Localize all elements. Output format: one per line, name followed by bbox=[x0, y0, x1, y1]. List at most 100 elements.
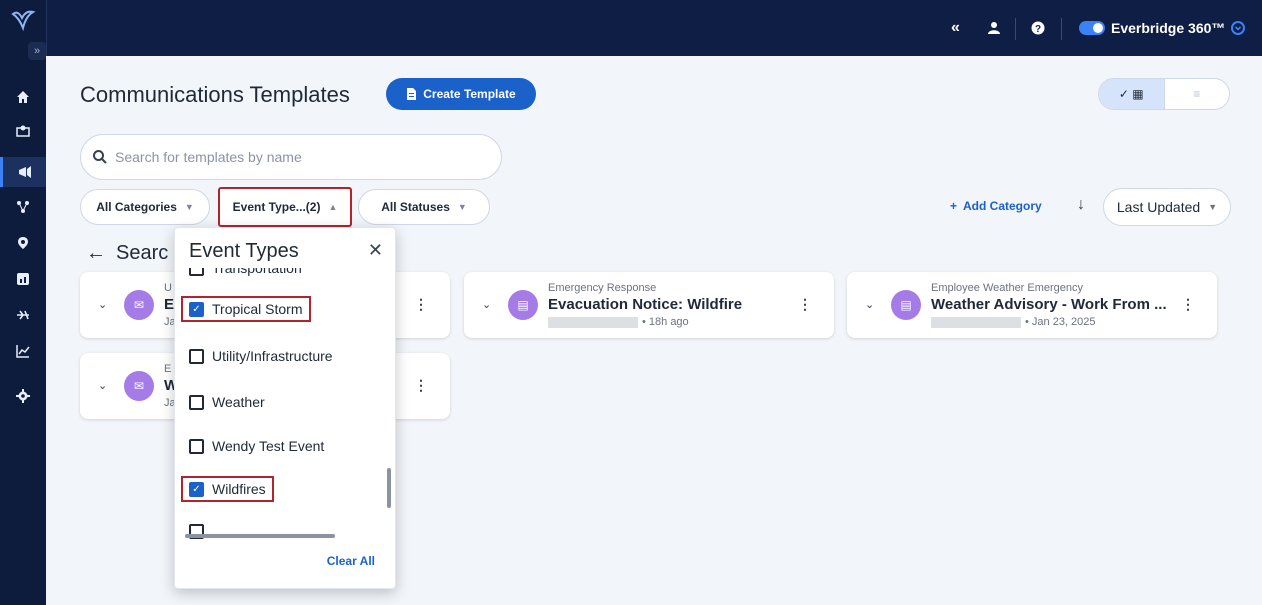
expand-nav-button[interactable]: » bbox=[28, 42, 46, 60]
event-type-option[interactable]: Utility/Infrastructure bbox=[189, 348, 333, 364]
everbridge-logo-icon[interactable] bbox=[10, 8, 36, 32]
collapse-double-chevron-icon[interactable]: « bbox=[951, 18, 960, 38]
card-meta-text: • 18h ago bbox=[642, 316, 689, 328]
product-menu-icon[interactable] bbox=[1231, 21, 1246, 35]
email-template-icon: ✉ bbox=[124, 290, 154, 320]
option-label: Transportation bbox=[212, 268, 302, 276]
horizontal-scrollbar[interactable] bbox=[185, 534, 335, 538]
create-template-label: Create Template bbox=[423, 87, 516, 101]
more-options-icon[interactable]: ⋮ bbox=[1181, 296, 1195, 313]
page-title: Communications Templates bbox=[80, 82, 350, 107]
chevron-down-icon: ▼ bbox=[1208, 202, 1218, 212]
back-arrow-icon[interactable]: ← bbox=[86, 242, 106, 265]
card-meta-text: • Jan 23, 2025 bbox=[1025, 316, 1096, 328]
left-nav-rail: » bbox=[0, 0, 46, 605]
card-meta: • Jan 23, 2025 bbox=[931, 316, 1096, 328]
checkbox[interactable] bbox=[189, 394, 204, 410]
product-name: Everbridge 360™ bbox=[1111, 20, 1226, 36]
card-name: E bbox=[164, 296, 175, 313]
product-switcher[interactable]: Everbridge 360™ bbox=[1079, 18, 1246, 38]
route-icon[interactable] bbox=[0, 300, 46, 330]
collapse-glyph: « bbox=[951, 19, 960, 36]
checkbox-checked[interactable]: ✓ bbox=[189, 481, 204, 497]
option-label: Weather bbox=[212, 394, 265, 410]
checkbox[interactable] bbox=[189, 268, 204, 276]
expand-chevron-icon[interactable]: ⌄ bbox=[98, 379, 107, 392]
add-category-button[interactable]: + Add Category bbox=[950, 199, 1042, 213]
more-options-icon[interactable]: ⋮ bbox=[798, 296, 812, 313]
user-icon[interactable] bbox=[987, 18, 1001, 38]
network-icon[interactable] bbox=[0, 192, 46, 222]
checkbox[interactable] bbox=[189, 348, 204, 364]
chevron-down-icon: ▼ bbox=[457, 202, 467, 212]
search-field bbox=[80, 134, 502, 180]
topbar-divider bbox=[1061, 18, 1062, 40]
chevron-down-icon: ▼ bbox=[184, 202, 194, 212]
close-icon[interactable]: ✕ bbox=[368, 240, 383, 261]
sort-selected-label: Last Updated bbox=[1116, 199, 1201, 215]
list-view-button[interactable]: ≡ bbox=[1165, 79, 1230, 109]
expand-chevron-icon[interactable]: ⌄ bbox=[98, 298, 107, 311]
event-type-option[interactable]: Wendy Test Event bbox=[189, 438, 324, 454]
event-type-list[interactable]: Transportation ✓ Tropical Storm Utility/… bbox=[175, 268, 385, 558]
option-label: Utility/Infrastructure bbox=[212, 348, 333, 364]
event-type-filter[interactable]: Event Type...(2) ▲ bbox=[218, 187, 352, 227]
document-icon bbox=[407, 88, 417, 100]
list-view-label: ≡ bbox=[1193, 87, 1201, 101]
grid-view-button[interactable]: ✓ ▦ bbox=[1099, 79, 1165, 109]
expand-chevron-icon[interactable]: ⌄ bbox=[482, 298, 491, 311]
event-type-label: Event Type...(2) bbox=[232, 200, 321, 214]
event-type-option[interactable]: ✓ Wildfires bbox=[181, 476, 274, 502]
sort-direction-icon[interactable]: ↓ bbox=[1077, 196, 1085, 214]
chart-icon[interactable] bbox=[0, 336, 46, 366]
help-icon[interactable]: ? bbox=[1031, 18, 1045, 38]
more-options-icon[interactable]: ⋮ bbox=[414, 296, 428, 313]
gear-icon[interactable] bbox=[0, 381, 46, 411]
event-type-option[interactable]: ✓ Tropical Storm bbox=[181, 296, 311, 322]
home-icon[interactable] bbox=[0, 82, 46, 112]
search-icon bbox=[93, 150, 107, 164]
template-card[interactable]: ⌄ ▤ Emergency Response Evacuation Notice… bbox=[464, 272, 834, 338]
redacted-author bbox=[548, 316, 638, 328]
clear-all-button[interactable]: Clear All bbox=[327, 554, 375, 568]
grid-view-label: ✓ ▦ bbox=[1118, 87, 1144, 101]
top-bar: « ? Everbridge 360™ bbox=[46, 0, 1262, 56]
create-template-button[interactable]: Create Template bbox=[386, 78, 536, 110]
all-categories-filter[interactable]: All Categories ▼ bbox=[80, 189, 210, 225]
card-meta: • 18h ago bbox=[548, 316, 689, 328]
vertical-scrollbar[interactable] bbox=[387, 468, 391, 508]
sort-select[interactable]: Last Updated ▼ bbox=[1103, 188, 1231, 226]
results-heading-row: ← Searc bbox=[86, 242, 168, 265]
view-toggle: ✓ ▦ ≡ bbox=[1098, 78, 1230, 110]
megaphone-icon[interactable] bbox=[0, 157, 46, 187]
alert-template-icon: ▤ bbox=[508, 290, 538, 320]
event-type-option[interactable]: Transportation bbox=[189, 268, 302, 276]
plus-icon: + bbox=[950, 199, 958, 213]
card-category: U bbox=[164, 282, 172, 294]
product-toggle[interactable] bbox=[1079, 21, 1105, 35]
dropdown-title: Event Types bbox=[189, 240, 299, 262]
location-pin-icon[interactable] bbox=[0, 228, 46, 258]
redacted-author bbox=[931, 316, 1021, 328]
expand-chevron-icon[interactable]: ⌄ bbox=[865, 298, 874, 311]
email-template-icon: ✉ bbox=[124, 371, 154, 401]
card-category: Emergency Response bbox=[548, 282, 657, 294]
card-name: Evacuation Notice: Wildfire bbox=[548, 296, 743, 313]
alert-template-icon: ▤ bbox=[891, 290, 921, 320]
map-icon[interactable] bbox=[0, 116, 46, 146]
event-type-option[interactable]: Weather bbox=[189, 394, 265, 410]
topbar-divider bbox=[1015, 18, 1016, 40]
card-category: E bbox=[164, 363, 172, 375]
card-category: Employee Weather Emergency bbox=[931, 282, 1084, 294]
card-name: Weather Advisory - Work From ... bbox=[931, 296, 1167, 313]
all-statuses-label: All Statuses bbox=[381, 200, 450, 214]
checkbox[interactable] bbox=[189, 438, 204, 454]
report-icon[interactable] bbox=[0, 264, 46, 294]
template-card[interactable]: ⌄ ▤ Employee Weather Emergency Weather A… bbox=[847, 272, 1217, 338]
checkbox-checked[interactable]: ✓ bbox=[189, 301, 204, 317]
add-category-label: Add Category bbox=[963, 199, 1042, 213]
all-statuses-filter[interactable]: All Statuses ▼ bbox=[358, 189, 490, 225]
more-options-icon[interactable]: ⋮ bbox=[414, 377, 428, 394]
chevron-up-icon: ▲ bbox=[328, 202, 338, 212]
search-input[interactable] bbox=[115, 149, 475, 165]
